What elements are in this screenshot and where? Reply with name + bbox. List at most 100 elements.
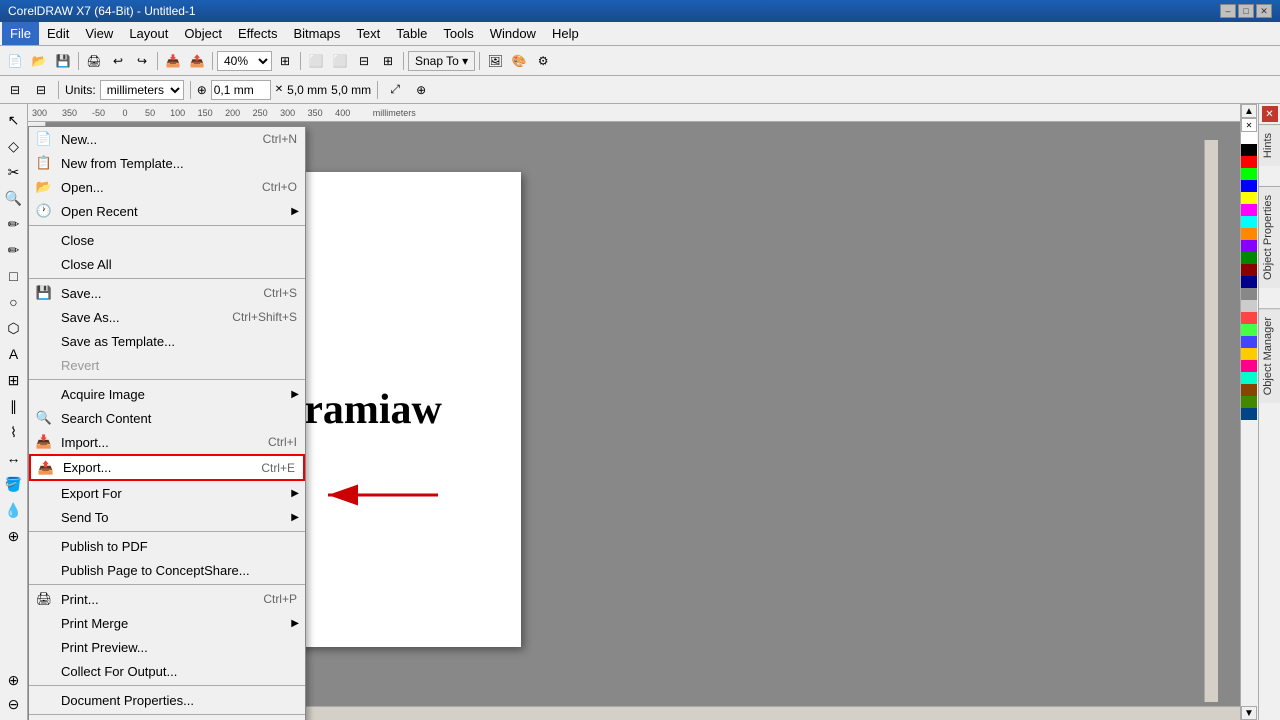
color-swatch-12[interactable]: [1241, 276, 1257, 288]
menu-item-tools[interactable]: Tools: [435, 22, 481, 45]
menu-item-effects[interactable]: Effects: [230, 22, 286, 45]
color-swatch-2[interactable]: [1241, 156, 1257, 168]
transform-btn[interactable]: ⤢: [384, 79, 406, 101]
menu-item-close-all[interactable]: Close All: [29, 252, 305, 276]
snap-to-btn[interactable]: Snap To ▾: [408, 51, 475, 71]
redo-btn[interactable]: ↪: [131, 50, 153, 72]
menu-item-send-to[interactable]: Send To: [29, 505, 305, 529]
color-swatch-6[interactable]: [1241, 204, 1257, 216]
menu-item-view[interactable]: View: [77, 22, 121, 45]
color-swatch-1[interactable]: [1241, 144, 1257, 156]
color-swatch-4[interactable]: [1241, 180, 1257, 192]
color-swatch-7[interactable]: [1241, 216, 1257, 228]
menu-item-publish-pdf[interactable]: Publish to PDF: [29, 534, 305, 558]
color-swatch-13[interactable]: [1241, 288, 1257, 300]
color-swatch-0[interactable]: [1241, 132, 1257, 144]
fill-tool[interactable]: 🪣: [2, 472, 26, 496]
menu-item-edit[interactable]: Edit: [39, 22, 77, 45]
hints-tab[interactable]: Hints: [1259, 124, 1280, 166]
export-btn[interactable]: 📤: [186, 50, 208, 72]
undo-btn[interactable]: ↩: [107, 50, 129, 72]
color-palette-scroll-down[interactable]: ▼: [1241, 706, 1257, 720]
units-select[interactable]: millimeters inches pixels: [100, 80, 184, 100]
menu-item-window[interactable]: Window: [482, 22, 544, 45]
zoom-fit-btn[interactable]: ⊞: [274, 50, 296, 72]
parallel-tool[interactable]: ∥: [2, 394, 26, 418]
menu-item-text[interactable]: Text: [348, 22, 388, 45]
color-swatch-20[interactable]: [1241, 372, 1257, 384]
color-swatch-16[interactable]: [1241, 324, 1257, 336]
menu-item-acquire[interactable]: Acquire Image: [29, 382, 305, 406]
zoom-tool[interactable]: 🔍: [2, 186, 26, 210]
menu-item-collect-output[interactable]: Collect For Output...: [29, 659, 305, 683]
color-swatch-5[interactable]: [1241, 192, 1257, 204]
maximize-button[interactable]: □: [1238, 4, 1254, 18]
menu-item-object[interactable]: Object: [176, 22, 230, 45]
open-btn[interactable]: 📂: [28, 50, 50, 72]
scrollbar-vertical[interactable]: [1204, 140, 1218, 702]
new-btn[interactable]: 📄: [4, 50, 26, 72]
color-swatch-10[interactable]: [1241, 252, 1257, 264]
ellipse-tool[interactable]: ○: [2, 290, 26, 314]
menu-item-bitmaps[interactable]: Bitmaps: [285, 22, 348, 45]
shape-tool[interactable]: ◇: [2, 134, 26, 158]
print-btn[interactable]: 🖨: [83, 50, 105, 72]
menu-item-open-recent[interactable]: 🕐Open Recent: [29, 199, 305, 223]
color-swatch-3[interactable]: [1241, 168, 1257, 180]
select-tool[interactable]: ↖: [2, 108, 26, 132]
color-swatch-17[interactable]: [1241, 336, 1257, 348]
save-btn[interactable]: 💾: [52, 50, 74, 72]
menu-item-import[interactable]: 📥Import...Ctrl+I: [29, 430, 305, 454]
align-center-btn[interactable]: ⊟: [30, 79, 52, 101]
curve-tool[interactable]: ✏: [2, 212, 26, 236]
polygon-tool[interactable]: ⬡: [2, 316, 26, 340]
crop-tool[interactable]: ✂: [2, 160, 26, 184]
menu-item-search-content[interactable]: 🔍Search Content: [29, 406, 305, 430]
add-btn[interactable]: ⊕: [410, 79, 432, 101]
color-none-swatch[interactable]: ✕: [1241, 118, 1257, 132]
color-swatch-8[interactable]: [1241, 228, 1257, 240]
color-swatch-14[interactable]: [1241, 300, 1257, 312]
rect-tool[interactable]: □: [2, 264, 26, 288]
interactive-tool[interactable]: ⊕: [2, 524, 26, 548]
menu-item-save[interactable]: 💾Save...Ctrl+S: [29, 281, 305, 305]
import-btn[interactable]: 📥: [162, 50, 184, 72]
menu-item-save-template[interactable]: Save as Template...: [29, 329, 305, 353]
image-btn[interactable]: 🖼: [484, 50, 506, 72]
menu-item-print-merge[interactable]: Print Merge: [29, 611, 305, 635]
object-manager-tab[interactable]: Object Manager: [1259, 308, 1280, 403]
smart-draw-tool[interactable]: ✏: [2, 238, 26, 262]
color-swatch-19[interactable]: [1241, 360, 1257, 372]
color-swatch-11[interactable]: [1241, 264, 1257, 276]
color-palette-scroll-up[interactable]: ▲: [1241, 104, 1257, 118]
menu-item-help[interactable]: Help: [544, 22, 587, 45]
hints-close-btn[interactable]: ✕: [1262, 106, 1278, 122]
menu-item-close[interactable]: Close: [29, 228, 305, 252]
zoom-in-tool[interactable]: ⊕: [2, 668, 26, 692]
menu-item-layout[interactable]: Layout: [121, 22, 176, 45]
menu-item-export-for[interactable]: Export For: [29, 481, 305, 505]
measure-tool[interactable]: ↔: [2, 446, 26, 470]
menu-item-save-as[interactable]: Save As...Ctrl+Shift+S: [29, 305, 305, 329]
zoom-select[interactable]: 40% 25% 50% 75% 100%: [217, 51, 272, 71]
menu-item-table[interactable]: Table: [388, 22, 435, 45]
color-swatch-23[interactable]: [1241, 408, 1257, 420]
color-swatch-18[interactable]: [1241, 348, 1257, 360]
menu-item-export[interactable]: 📤Export...Ctrl+E: [29, 454, 305, 481]
eyedropper-tool[interactable]: 💧: [2, 498, 26, 522]
menu-item-publish-conceptshare[interactable]: Publish Page to ConceptShare...: [29, 558, 305, 582]
align-btn[interactable]: ⊟: [353, 50, 375, 72]
menu-item-open[interactable]: 📂Open...Ctrl+O: [29, 175, 305, 199]
connector-tool[interactable]: ⌇: [2, 420, 26, 444]
table-tool[interactable]: ⊞: [2, 368, 26, 392]
menu-item-new[interactable]: 📄New...Ctrl+N: [29, 127, 305, 151]
object-properties-tab[interactable]: Object Properties: [1259, 186, 1280, 288]
menu-item-print-preview[interactable]: Print Preview...: [29, 635, 305, 659]
snap-frame-btn[interactable]: ⬜: [305, 50, 327, 72]
menu-item-new-from-template[interactable]: 📋New from Template...: [29, 151, 305, 175]
close-button[interactable]: ✕: [1256, 4, 1272, 18]
snap-page-btn[interactable]: ⬜: [329, 50, 351, 72]
minimize-button[interactable]: –: [1220, 4, 1236, 18]
color-swatch-22[interactable]: [1241, 396, 1257, 408]
coord1-input[interactable]: [211, 80, 271, 100]
